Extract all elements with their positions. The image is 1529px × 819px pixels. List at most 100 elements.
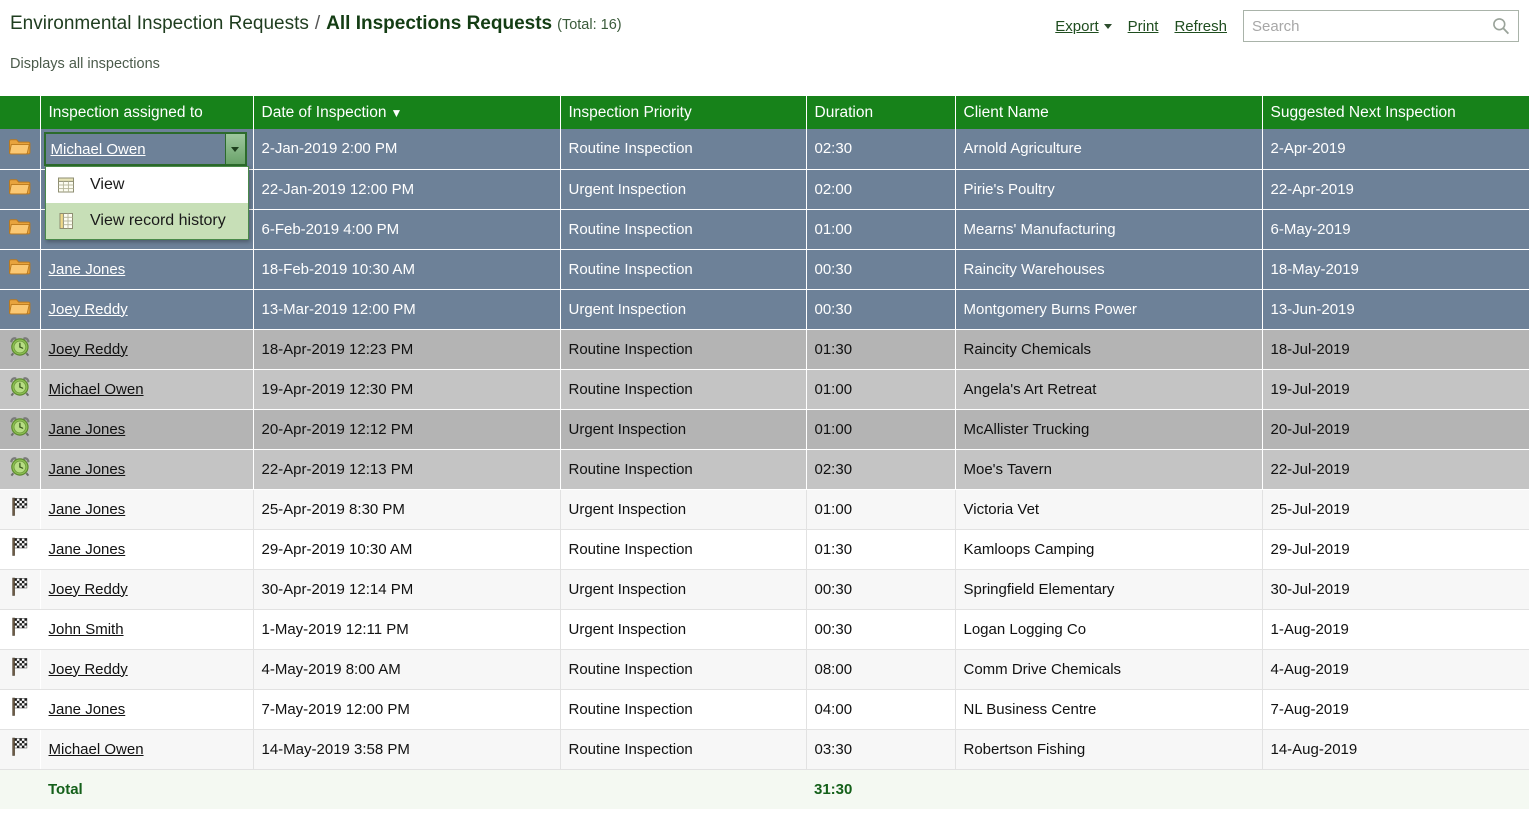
folder-icon[interactable] <box>8 217 32 241</box>
table-row[interactable]: Jane Jones 29-Apr-2019 10:30 AM Routine In… <box>0 529 1529 570</box>
cell-assigned-to[interactable]: Joey Reddy <box>40 649 254 690</box>
cell-assigned-to[interactable]: John Smith <box>40 609 254 650</box>
row-status-icon-cell[interactable] <box>0 329 41 370</box>
assigned-to-link[interactable]: Jane Jones <box>49 461 126 478</box>
checkered-flag-icon[interactable] <box>9 536 31 562</box>
cell-assigned-to[interactable]: Jane Jones <box>40 529 254 570</box>
search-input[interactable] <box>1244 12 1480 40</box>
row-status-icon-cell[interactable] <box>0 209 41 250</box>
table-row[interactable]: Joey Reddy 18-Apr-2019 12:23 PM Routine In… <box>0 329 1529 370</box>
assigned-to-link[interactable]: Joey Reddy <box>49 581 128 598</box>
assigned-to-dropdown[interactable]: Michael Owen <box>43 132 247 166</box>
column-header-date[interactable]: Date of Inspection ▼ <box>253 96 561 129</box>
chevron-down-icon[interactable] <box>224 134 245 164</box>
assigned-to-link[interactable]: Jane Jones <box>49 501 126 518</box>
alarm-clock-icon[interactable] <box>9 416 31 442</box>
folder-icon[interactable] <box>8 177 32 201</box>
assigned-to-dropdown-value[interactable]: Michael Owen <box>46 141 225 158</box>
search-icon[interactable] <box>1492 17 1510 35</box>
chevron-down-icon[interactable] <box>1103 23 1112 29</box>
export-button[interactable]: Export <box>1055 18 1098 35</box>
column-header-duration[interactable]: Duration <box>806 96 956 129</box>
row-status-icon-cell[interactable] <box>0 729 41 770</box>
folder-icon[interactable] <box>8 257 32 281</box>
assigned-to-link[interactable]: Joey Reddy <box>49 341 128 358</box>
alarm-clock-icon[interactable] <box>9 456 31 482</box>
record-total-count: (Total: 16) <box>557 17 622 33</box>
table-row[interactable]: Jane Jones 25-Apr-2019 8:30 PM Urgent Insp… <box>0 489 1529 530</box>
search-box[interactable] <box>1243 10 1519 42</box>
checkered-flag-icon[interactable] <box>9 616 31 642</box>
export-menu[interactable]: Export <box>1055 18 1112 35</box>
sort-descending-icon[interactable]: ▼ <box>386 106 402 120</box>
table-row[interactable]: John Smith 1-May-2019 12:11 PM Urgent Insp… <box>0 609 1529 650</box>
row-status-icon-cell[interactable] <box>0 369 41 410</box>
context-menu-item-view[interactable]: View <box>46 167 248 203</box>
assigned-to-link[interactable]: Michael Owen <box>49 381 144 398</box>
cell-assigned-to[interactable]: Joey Reddy <box>40 329 254 370</box>
assigned-to-editor-cell[interactable]: Michael Owen <box>40 129 254 170</box>
assigned-to-link[interactable]: Jane Jones <box>49 541 126 558</box>
row-status-icon-cell[interactable] <box>0 489 41 530</box>
table-row[interactable]: Jane Jones 22-Apr-2019 12:13 PM Routine In… <box>0 449 1529 490</box>
table-row[interactable]: Michael Owen 19-Apr-2019 12:30 PM Routine … <box>0 369 1529 410</box>
row-status-icon-cell[interactable] <box>0 609 41 650</box>
cell-assigned-to[interactable]: Jane Jones <box>40 409 254 450</box>
row-status-icon-cell[interactable] <box>0 449 41 490</box>
table-row[interactable]: Joey Reddy 4-May-2019 8:00 AM Routine Insp… <box>0 649 1529 690</box>
table-row[interactable]: Jane Jones 7-May-2019 12:00 PM Routine Ins… <box>0 689 1529 730</box>
checkered-flag-icon[interactable] <box>9 496 31 522</box>
column-header-assigned[interactable]: Inspection assigned to <box>40 96 254 129</box>
assigned-to-link[interactable]: Joey Reddy <box>49 301 128 318</box>
table-row[interactable]: Joey Reddy 30-Apr-2019 12:14 PM Urgent Ins… <box>0 569 1529 610</box>
alarm-clock-icon[interactable] <box>9 376 31 402</box>
assigned-to-link[interactable]: John Smith <box>49 621 124 638</box>
row-status-icon-cell[interactable] <box>0 689 41 730</box>
cell-next-inspection: 6-May-2019 <box>1262 209 1529 250</box>
table-row[interactable]: Michael Owen 14-May-2019 3:58 PM Routine I… <box>0 729 1529 770</box>
row-status-icon-cell[interactable] <box>0 529 41 570</box>
context-menu-item-view-record-history[interactable]: View record history <box>46 203 248 239</box>
row-status-icon-cell[interactable] <box>0 569 41 610</box>
row-context-menu[interactable]: View View record history <box>45 166 249 240</box>
cell-assigned-to[interactable]: Michael Owen <box>40 729 254 770</box>
cell-assigned-to[interactable]: Joey Reddy <box>40 289 254 330</box>
cell-assigned-to[interactable]: Jane Jones <box>40 689 254 730</box>
cell-assigned-to[interactable]: Jane Jones <box>40 449 254 490</box>
column-header-client[interactable]: Client Name <box>955 96 1263 129</box>
breadcrumb-parent[interactable]: Environmental Inspection Requests <box>10 13 309 34</box>
cell-assigned-to[interactable]: Jane Jones <box>40 489 254 530</box>
checkered-flag-icon[interactable] <box>9 736 31 762</box>
refresh-button[interactable]: Refresh <box>1174 18 1227 35</box>
column-header-next[interactable]: Suggested Next Inspection <box>1262 96 1529 129</box>
row-status-icon-cell[interactable] <box>0 289 41 330</box>
folder-icon[interactable] <box>8 137 32 161</box>
row-status-icon-cell[interactable] <box>0 649 41 690</box>
table-row[interactable]: Joey Reddy 13-Mar-2019 12:00 PM Urgent Ins… <box>0 289 1529 330</box>
folder-icon[interactable] <box>8 297 32 321</box>
column-header-priority[interactable]: Inspection Priority <box>560 96 807 129</box>
alarm-clock-icon[interactable] <box>9 336 31 362</box>
cell-assigned-to[interactable]: Joey Reddy <box>40 569 254 610</box>
table-row[interactable]: Jane Jones 18-Feb-2019 10:30 AM Routine In… <box>0 249 1529 290</box>
checkered-flag-icon[interactable] <box>9 576 31 602</box>
assigned-to-link[interactable]: Michael Owen <box>49 741 144 758</box>
cell-assigned-to[interactable]: Jane Jones <box>40 249 254 290</box>
cell-assigned-to[interactable]: Michael Owen <box>40 369 254 410</box>
total-priority-cell <box>560 768 806 809</box>
assigned-to-link[interactable]: Jane Jones <box>49 701 126 718</box>
row-status-icon-cell[interactable] <box>0 409 41 450</box>
assigned-to-link[interactable]: Jane Jones <box>49 421 126 438</box>
checkered-flag-icon[interactable] <box>9 656 31 682</box>
print-button[interactable]: Print <box>1128 18 1159 35</box>
table-row[interactable]: Michael Owen 2-Jan-2019 2:00 PM Routine In… <box>0 129 1529 170</box>
checkered-flag-icon[interactable] <box>9 696 31 722</box>
context-menu-item-view-label: View <box>90 176 125 193</box>
row-status-icon-cell[interactable] <box>0 249 41 290</box>
column-header-client-label: Client Name <box>963 103 1049 121</box>
table-row[interactable]: Jane Jones 20-Apr-2019 12:12 PM Urgent Ins… <box>0 409 1529 450</box>
assigned-to-link[interactable]: Jane Jones <box>49 261 126 278</box>
row-status-icon-cell[interactable] <box>0 169 41 210</box>
assigned-to-link[interactable]: Joey Reddy <box>49 661 128 678</box>
row-status-icon-cell[interactable] <box>0 129 41 170</box>
